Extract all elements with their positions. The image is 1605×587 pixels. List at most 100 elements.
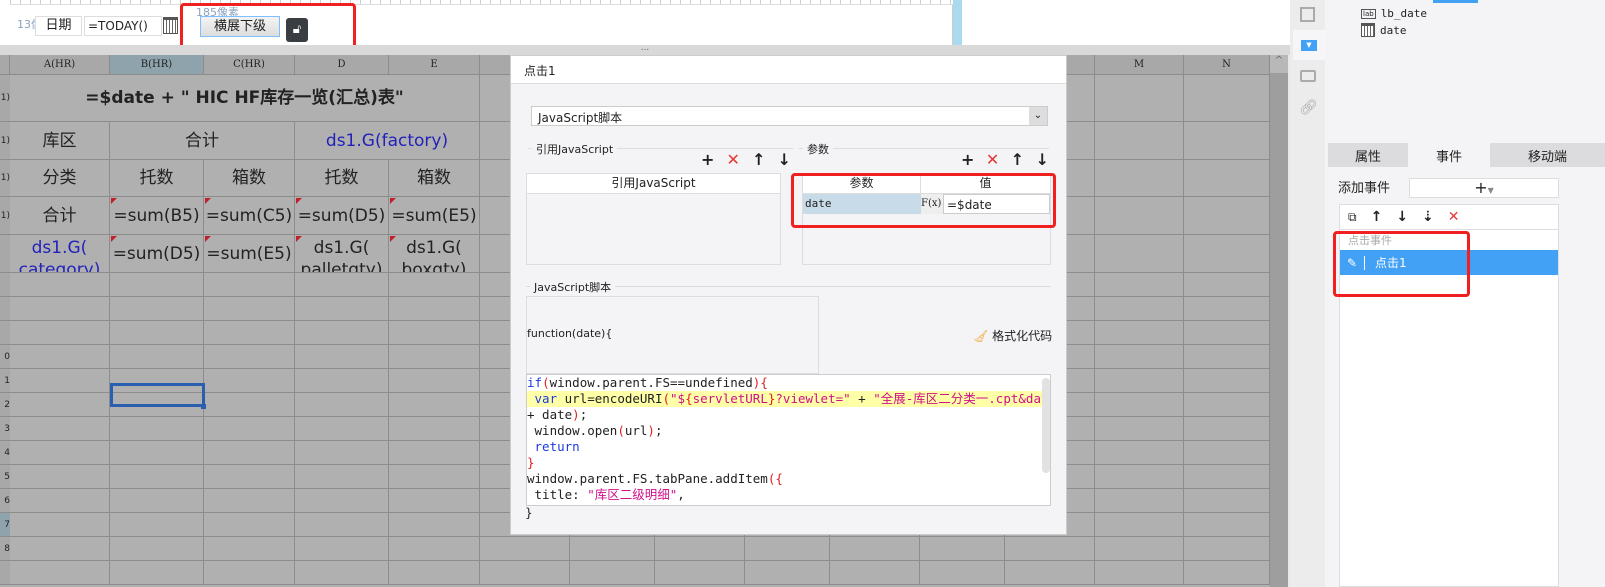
cell[interactable] [830,561,920,585]
cell[interactable]: 托数 [295,160,389,197]
cell[interactable] [1095,417,1184,441]
cell[interactable] [10,369,110,393]
cell[interactable] [110,297,204,321]
cell[interactable]: =sum(E5) [204,235,295,273]
cell[interactable] [480,561,570,585]
cell[interactable] [1184,273,1270,297]
cell[interactable] [204,537,295,561]
move-to-bottom-icon[interactable]: ⇣ [1422,209,1434,225]
cell[interactable] [110,489,204,513]
layout-icon[interactable] [1300,70,1316,82]
date-label[interactable]: 日期 [35,16,82,36]
cell[interactable] [204,441,295,465]
cell[interactable] [655,537,745,561]
cell[interactable] [389,537,480,561]
cell[interactable] [1095,513,1184,537]
cell[interactable]: 箱数 [204,160,295,197]
move-up-icon[interactable]: ↑ [752,150,765,169]
cell[interactable] [204,513,295,537]
cell[interactable] [10,345,110,369]
cell[interactable] [1184,537,1270,561]
cell[interactable] [295,393,389,417]
cell[interactable] [1095,297,1184,321]
cell[interactable] [204,489,295,513]
cell[interactable] [10,441,110,465]
tree-item[interactable]: date [1361,23,1407,37]
cell[interactable] [204,321,295,345]
delete-icon[interactable]: ✕ [727,150,740,169]
row-header[interactable]: 6 [0,489,10,513]
cell[interactable] [110,537,204,561]
dropdown-widget-tab[interactable]: ▼ [1293,30,1325,60]
cell[interactable] [1184,417,1270,441]
col-header[interactable]: E [389,55,480,75]
cell[interactable] [10,561,110,585]
chevron-down-icon[interactable]: ⌄ [1029,107,1047,125]
cell[interactable] [295,417,389,441]
cell[interactable]: =sum(D5) [110,235,204,273]
calendar-icon[interactable] [163,17,178,34]
cell[interactable] [10,321,110,345]
cell[interactable] [389,297,480,321]
cell[interactable] [1184,197,1270,235]
cell[interactable]: ds1.G( boxqty) [389,235,480,273]
cell[interactable] [295,537,389,561]
cell[interactable] [745,537,830,561]
cell[interactable]: =sum(B5) [110,197,204,235]
tab-mobile[interactable]: 移动端 [1490,143,1605,167]
cell[interactable] [295,369,389,393]
date-input[interactable]: =TODAY() [84,16,162,36]
row-header[interactable] [0,561,10,585]
row-header[interactable]: 8 [0,537,10,561]
col-header[interactable]: B(HR) [110,55,204,75]
cell[interactable] [1184,122,1270,160]
cell[interactable] [1095,393,1184,417]
cell[interactable] [1184,441,1270,465]
cell[interactable] [295,273,389,297]
link-icon[interactable]: 🔗︎ [1299,98,1318,116]
row-header[interactable]: 4 [0,441,10,465]
cell[interactable] [570,537,655,561]
row-header[interactable]: 1) [0,122,10,160]
row-header[interactable]: 5 [0,465,10,489]
cell[interactable] [1095,75,1184,122]
col-header[interactable]: D [295,55,389,75]
move-up-icon[interactable]: ↑ [1011,150,1024,169]
cell[interactable] [1095,321,1184,345]
row-header[interactable]: 7 [0,513,10,537]
cell[interactable] [10,537,110,561]
cell[interactable]: =sum(C5) [204,197,295,235]
cell[interactable] [389,393,480,417]
col-header[interactable]: C(HR) [204,55,295,75]
cell[interactable] [295,297,389,321]
cell[interactable] [204,393,295,417]
cell[interactable] [389,441,480,465]
col-header[interactable]: M [1095,55,1184,75]
cell[interactable] [204,369,295,393]
cell[interactable] [1095,465,1184,489]
cell[interactable] [1095,122,1184,160]
code-scrollbar[interactable] [1042,378,1050,473]
row-header[interactable]: 3 [0,417,10,441]
cell[interactable] [10,417,110,441]
cell[interactable] [110,273,204,297]
cell[interactable] [389,273,480,297]
cell[interactable]: =sum(E5) [389,197,480,235]
row-header[interactable]: 1 [0,369,10,393]
cell[interactable] [110,417,204,441]
cell[interactable] [1184,465,1270,489]
cell[interactable] [110,441,204,465]
code-editor[interactable]: if(window.parent.FS==undefined){ var url… [526,374,1051,506]
cell[interactable] [920,537,1005,561]
cell[interactable] [295,441,389,465]
add-param-icon[interactable]: + [961,150,974,169]
cell[interactable] [1184,235,1270,273]
cell[interactable] [1184,369,1270,393]
row-header[interactable]: 1) [0,75,10,122]
cell[interactable]: ds1.G(factory) [295,122,480,160]
row-header[interactable]: 1) [0,160,10,197]
cell[interactable] [10,297,110,321]
cell[interactable]: 箱数 [389,160,480,197]
tab-events[interactable]: 事件 [1408,143,1490,167]
cell[interactable] [745,561,830,585]
